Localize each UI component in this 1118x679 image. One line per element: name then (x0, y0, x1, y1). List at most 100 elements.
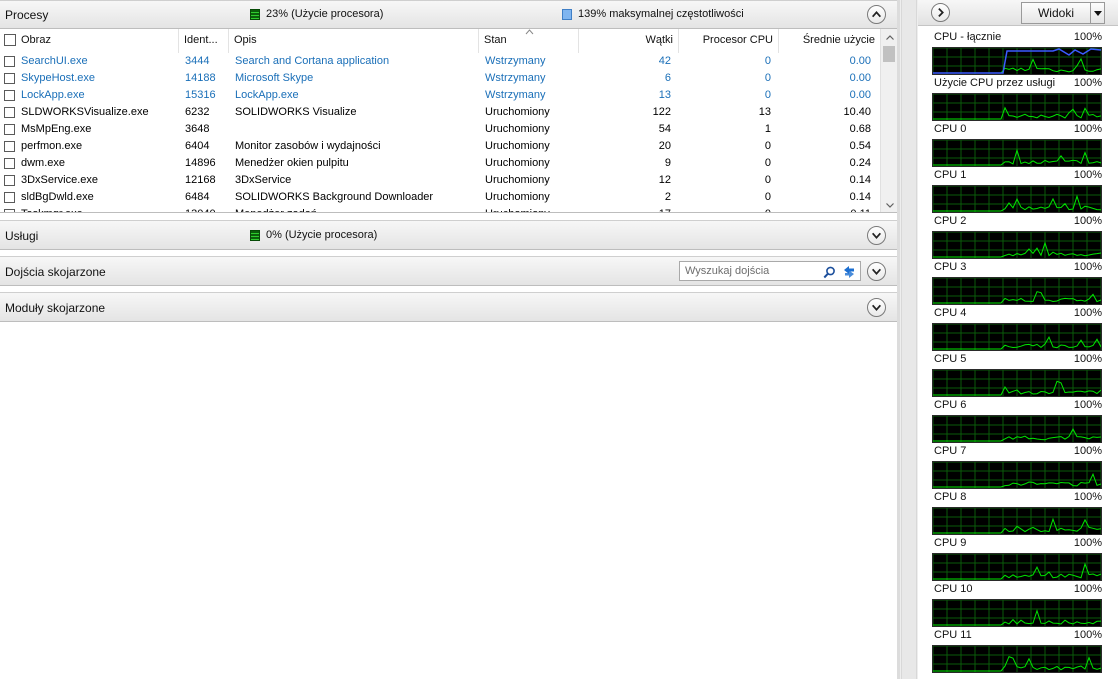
cpu-graph-max: 100% (1073, 399, 1102, 411)
modules-expand-button[interactable] (867, 298, 886, 317)
column-threads[interactable]: Wątki (579, 29, 679, 53)
processes-header[interactable]: Procesy 23% (Użycie procesora) 139% maks… (0, 0, 897, 29)
cell-cpu: 1 (764, 123, 771, 135)
cell-cpu: 0 (764, 157, 771, 169)
cell-threads: 13 (658, 89, 671, 101)
cell-pid: 14896 (185, 157, 216, 169)
modules-title: Moduły skojarzone (5, 301, 106, 315)
cell-avg: 0.14 (849, 174, 871, 186)
cpu-graph-label: CPU 9 (934, 537, 967, 549)
table-row[interactable]: MsMpEng.exe 3648 Uruchomiony 54 1 0.68 (0, 121, 880, 138)
services-title: Usługi (5, 229, 39, 243)
modules-header[interactable]: Moduły skojarzone (0, 292, 897, 322)
services-expand-button[interactable] (867, 226, 886, 245)
left-pane-scrollbar[interactable] (901, 0, 917, 679)
column-cpu[interactable]: Procesor CPU (679, 29, 779, 53)
row-checkbox[interactable] (4, 107, 15, 118)
column-state[interactable]: Stan (479, 29, 579, 53)
cpu-graph-block: CPU 7 100% (930, 445, 1102, 491)
views-button[interactable]: Widoki (1021, 2, 1091, 24)
cell-avg: 0.00 (849, 89, 871, 101)
cpu-graph-label: CPU 10 (934, 583, 973, 595)
row-checkbox[interactable] (4, 209, 15, 212)
cpu-graph-max: 100% (1073, 583, 1102, 595)
cpu-graph-block: CPU 5 100% (930, 353, 1102, 399)
scroll-down-button[interactable] (881, 197, 897, 212)
panel-toggle-button[interactable] (931, 3, 950, 22)
cell-desc: 3DxService (235, 174, 292, 186)
chevron-down-icon (871, 268, 882, 276)
scroll-up-button[interactable] (881, 29, 897, 45)
select-all-checkbox[interactable] (4, 34, 16, 46)
processes-max-freq-text: 139% maksymalnej częstotliwości (578, 8, 744, 20)
cell-desc: SOLIDWORKS Visualize (235, 106, 357, 118)
cell-threads: 122 (652, 106, 671, 118)
scrollbar-thumb[interactable] (883, 46, 895, 62)
cpu-graph-max: 100% (1073, 123, 1102, 135)
services-header[interactable]: Usługi 0% (Użycie procesora) (0, 220, 897, 250)
splitter[interactable] (897, 0, 900, 679)
table-row[interactable]: SearchUI.exe 3444 Search and Cortana appli… (0, 53, 880, 70)
table-row[interactable]: SkypeHost.exe 14188 Microsoft Skype Wstrzym… (0, 70, 880, 87)
cell-pid: 6484 (185, 191, 210, 203)
search-icon[interactable] (821, 264, 837, 280)
cell-threads: 54 (658, 123, 671, 135)
cell-desc: Menedżer okien pulpitu (235, 157, 349, 169)
cpu-graph-label: CPU 1 (934, 169, 967, 181)
table-row[interactable]: LockApp.exe 15316 LockApp.exe Wstrzymany 13 0… (0, 87, 880, 104)
cell-state: Uruchomiony (485, 140, 550, 152)
table-row[interactable]: sldBgDwld.exe 6484 SOLIDWORKS Background D… (0, 189, 880, 206)
processes-scrollbar[interactable] (880, 29, 897, 212)
row-checkbox[interactable] (4, 90, 15, 101)
column-description[interactable]: Opis (229, 29, 479, 53)
cpu-graph-max: 100% (1073, 445, 1102, 457)
column-average[interactable]: Średnie użycie (779, 29, 880, 53)
table-row[interactable]: SLDWORKSVisualize.exe 6232 SOLIDWORKS Visu… (0, 104, 880, 121)
cpu-usage-graph (932, 369, 1102, 397)
refresh-icon[interactable] (841, 264, 857, 280)
cpu-graph-label: Użycie CPU przez usługi (934, 77, 1056, 89)
table-row[interactable]: 3DxService.exe 12168 3DxService Uruchomiony… (0, 172, 880, 189)
cell-state: Uruchomiony (485, 174, 550, 186)
handles-expand-button[interactable] (867, 262, 886, 281)
cpu-graph-max: 100% (1073, 31, 1102, 43)
row-checkbox[interactable] (4, 192, 15, 203)
cell-pid: 6404 (185, 140, 210, 152)
cell-desc (235, 121, 475, 138)
views-dropdown-button[interactable] (1091, 2, 1105, 24)
cpu-graph-block: Użycie CPU przez usługi 100% (930, 77, 1102, 123)
graphs-toolbar: Widoki (918, 0, 1118, 26)
row-checkbox[interactable] (4, 124, 15, 135)
column-image[interactable]: Obraz (0, 29, 179, 53)
cpu-graph-block: CPU 4 100% (930, 307, 1102, 353)
cell-avg: 0.24 (849, 157, 871, 169)
chevron-down-icon (885, 202, 894, 208)
cell-threads: 9 (664, 157, 671, 169)
cell-desc: SOLIDWORKS Background Downloader (235, 191, 434, 203)
cpu-graph-label: CPU 3 (934, 261, 967, 273)
row-checkbox[interactable] (4, 175, 15, 186)
cell-state: Uruchomiony (485, 157, 550, 169)
cell-cpu: 13 (758, 106, 771, 118)
cell-state: Uruchomiony (485, 191, 550, 203)
cell-cpu: 0 (764, 140, 771, 152)
row-checkbox[interactable] (4, 141, 15, 152)
cell-pid: 3444 (185, 55, 210, 67)
row-checkbox[interactable] (4, 158, 15, 169)
pane-divider[interactable] (897, 0, 918, 679)
table-row[interactable]: dwm.exe 14896 Menedżer okien pulpitu Urucho… (0, 155, 880, 172)
processes-collapse-button[interactable] (867, 5, 886, 24)
row-checkbox[interactable] (4, 56, 15, 67)
column-state-label: Stan (484, 34, 507, 46)
cell-cpu: 0 (764, 72, 771, 84)
row-checkbox[interactable] (4, 73, 15, 84)
handles-search-box (679, 261, 861, 281)
cpu-usage-graph (932, 139, 1102, 167)
cpu-graph-max: 100% (1073, 491, 1102, 503)
table-row[interactable]: perfmon.exe 6404 Monitor zasobów i wydajno… (0, 138, 880, 155)
handles-search-input[interactable] (683, 263, 821, 279)
column-pid[interactable]: Ident... (179, 29, 229, 53)
cell-state: Uruchomiony (485, 206, 575, 212)
table-row[interactable]: Taskmgr.exe 13040 Menedżer zadań Uruchomion… (0, 206, 880, 212)
cpu-usage-graph (932, 231, 1102, 259)
